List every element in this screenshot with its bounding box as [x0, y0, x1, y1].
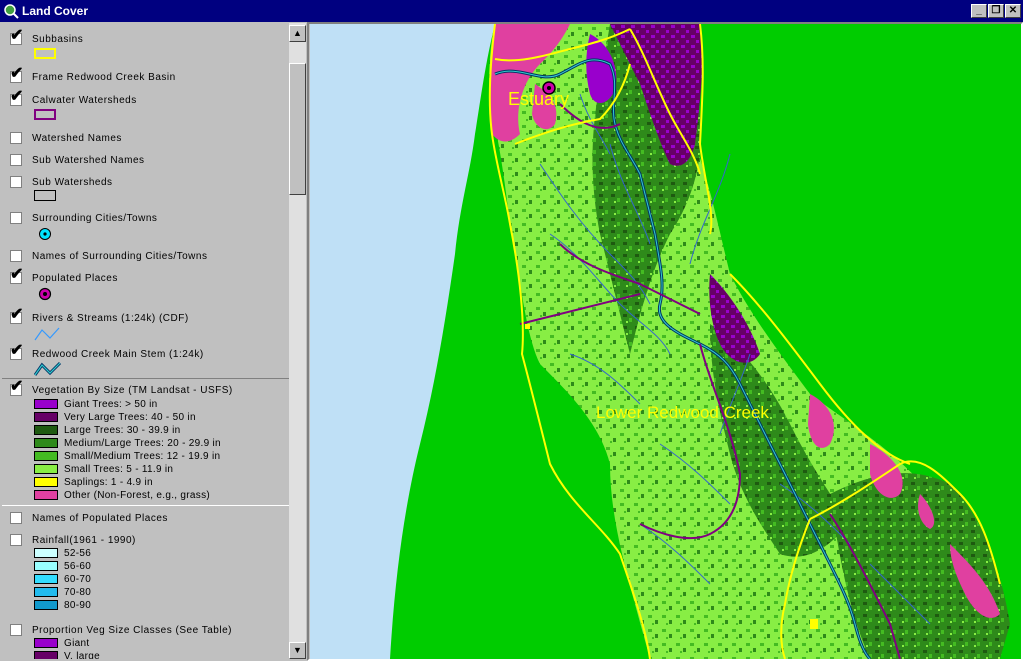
legend-swatch — [34, 638, 58, 648]
scroll-up-button[interactable]: ▲ — [289, 25, 306, 42]
legend-swatch — [34, 399, 58, 409]
scroll-thumb[interactable] — [289, 63, 306, 195]
legend-swatch — [34, 548, 58, 558]
legend-swatch — [34, 412, 58, 422]
layer-label[interactable]: Frame Redwood Creek Basin — [32, 72, 176, 83]
layer-label[interactable]: Watershed Names — [32, 133, 122, 144]
main-stem-line-icon — [34, 361, 62, 376]
map-label-lower-redwood-creek: Lower Redwood Creek — [596, 403, 769, 422]
legend-label: 56-60 — [64, 561, 92, 572]
stream-line-icon — [34, 327, 60, 341]
layer-checkbox-sub-watershed-names[interactable] — [10, 154, 22, 166]
layer-label[interactable]: Surrounding Cities/Towns — [32, 213, 157, 224]
legend-label: Large Trees: 30 - 39.9 in — [64, 425, 181, 436]
scroll-down-button[interactable]: ▼ — [289, 642, 306, 659]
globe-magnifier-icon — [4, 4, 19, 19]
map-view[interactable]: Estuary Lower Redwood Creek — [310, 24, 1021, 659]
legend-panel: ✔ Subbasins ✔ Frame Redwood Creek Basin … — [2, 23, 289, 659]
legend-label: 60-70 — [64, 574, 92, 585]
check-mark-icon: ✔ — [10, 88, 24, 105]
legend-label: Very Large Trees: 40 - 50 in — [64, 412, 196, 423]
legend-swatch — [34, 477, 58, 487]
ocean-area — [310, 24, 495, 659]
legend-label: 80-90 — [64, 600, 92, 611]
check-mark-icon: ✔ — [10, 266, 24, 283]
populated-place-icon — [38, 287, 52, 301]
legend-label: Other (Non-Forest, e.g., grass) — [64, 490, 211, 501]
layer-checkbox-populated-places[interactable]: ✔ — [10, 267, 23, 284]
legend-swatch — [34, 425, 58, 435]
layer-checkbox-proportion[interactable] — [10, 624, 22, 636]
window-title: Land Cover — [22, 4, 89, 18]
layer-checkbox-calwater[interactable]: ✔ — [10, 89, 23, 106]
layer-label[interactable]: Names of Populated Places — [32, 513, 168, 524]
layer-checkbox-main-stem[interactable]: ✔ — [10, 343, 23, 360]
legend-swatch — [34, 451, 58, 461]
map-label-estuary: Estuary — [508, 89, 569, 109]
layer-checkbox-vegetation[interactable]: ✔ — [10, 379, 23, 396]
legend-swatch — [34, 600, 58, 610]
legend-scrollbar[interactable]: ▲ ▼ — [289, 23, 306, 659]
legend-label: Medium/Large Trees: 20 - 29.9 in — [64, 438, 221, 449]
subbasin-symbol — [34, 48, 56, 59]
check-mark-icon: ✔ — [10, 306, 24, 323]
layer-label[interactable]: Sub Watershed Names — [32, 155, 145, 166]
legend-label: 70-80 — [64, 587, 92, 598]
legend-swatch — [34, 574, 58, 584]
legend-swatch — [34, 651, 58, 659]
layer-checkbox-rivers-streams[interactable]: ✔ — [10, 307, 23, 324]
title-bar: Land Cover _ ❐ ✕ — [0, 0, 1023, 22]
sapling-patch — [525, 324, 530, 329]
watershed-symbol — [34, 109, 56, 120]
layer-checkbox-rainfall[interactable] — [10, 534, 22, 546]
sapling-patch — [810, 619, 818, 629]
layer-checkbox-surrounding-cities[interactable] — [10, 212, 22, 224]
check-mark-icon: ✔ — [10, 342, 24, 359]
check-mark-icon: ✔ — [10, 65, 24, 82]
layer-label[interactable]: Names of Surrounding Cities/Towns — [32, 251, 207, 262]
layer-label[interactable]: Calwater Watersheds — [32, 95, 137, 106]
layer-checkbox-subbasins[interactable]: ✔ — [10, 28, 23, 45]
minimize-button[interactable]: _ — [971, 4, 987, 18]
legend-label: Small/Medium Trees: 12 - 19.9 in — [64, 451, 221, 462]
legend-label: Giant — [64, 638, 90, 649]
legend-swatch — [34, 561, 58, 571]
check-mark-icon: ✔ — [10, 27, 24, 44]
layer-checkbox-frame[interactable]: ✔ — [10, 66, 23, 83]
legend-label: 52-56 — [64, 548, 92, 559]
sub-watershed-symbol — [34, 190, 56, 201]
land-cover-map[interactable]: Estuary Lower Redwood Creek — [310, 24, 1021, 659]
layer-checkbox-watershed-names[interactable] — [10, 132, 22, 144]
layer-label[interactable]: Vegetation By Size (TM Landsat - USFS) — [32, 385, 233, 396]
layer-label[interactable]: Subbasins — [32, 34, 83, 45]
legend-label: Small Trees: 5 - 11.9 in — [64, 464, 174, 475]
close-button[interactable]: ✕ — [1005, 4, 1021, 18]
layer-label[interactable]: Rivers & Streams (1:24k) (CDF) — [32, 313, 189, 324]
layer-label[interactable]: Proportion Veg Size Classes (See Table) — [32, 625, 232, 636]
restore-button[interactable]: ❐ — [988, 4, 1004, 18]
check-mark-icon: ✔ — [10, 378, 24, 395]
layer-checkbox-place-names[interactable] — [10, 512, 22, 524]
layer-checkbox-city-names[interactable] — [10, 250, 22, 262]
legend-label: V. large — [64, 651, 100, 659]
layer-label[interactable]: Sub Watersheds — [32, 177, 113, 188]
legend-label: Saplings: 1 - 4.9 in — [64, 477, 153, 488]
layer-label[interactable]: Rainfall(1961 - 1990) — [32, 535, 136, 546]
layer-label[interactable]: Redwood Creek Main Stem (1:24k) — [32, 349, 204, 360]
legend-label: Giant Trees: > 50 in — [64, 399, 158, 410]
layer-label[interactable]: Populated Places — [32, 273, 118, 284]
layer-checkbox-sub-watersheds[interactable] — [10, 176, 22, 188]
legend-swatch — [34, 438, 58, 448]
city-point-icon — [39, 228, 51, 240]
legend-swatch — [34, 490, 58, 500]
legend-swatch — [34, 587, 58, 597]
legend-swatch — [34, 464, 58, 474]
